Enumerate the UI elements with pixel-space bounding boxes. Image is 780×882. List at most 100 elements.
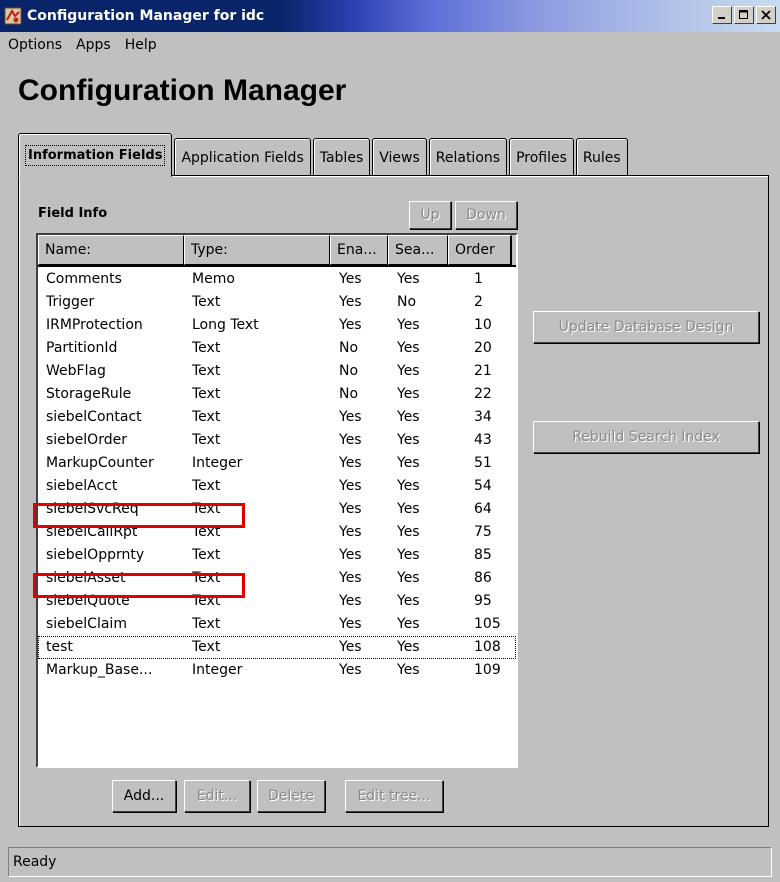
table-row[interactable]: siebelOpprnty Text Yes Yes 85 [38, 544, 516, 567]
table-row[interactable]: siebelSvcReq Text Yes Yes 64 [38, 498, 516, 521]
down-button[interactable]: Down [455, 201, 517, 229]
cell-order: 86 [474, 570, 492, 586]
tab-views[interactable]: Views [372, 138, 427, 176]
cell-searchable: Yes [397, 547, 420, 563]
table-body: Comments Memo Yes Yes 1 Trigger Text Yes No 2 IRMP… [38, 268, 516, 682]
cell-order: 109 [474, 662, 501, 678]
close-icon[interactable] [756, 6, 776, 24]
cell-enabled: Yes [339, 662, 362, 678]
cell-type: Text [192, 616, 221, 632]
cell-enabled: Yes [339, 616, 362, 632]
tab-strip: Information Fields Application Fields Ta… [18, 132, 630, 177]
cell-name: siebelAcct [46, 478, 118, 494]
cell-name: Comments [46, 271, 122, 287]
table-row[interactable]: siebelClaim Text Yes Yes 105 [38, 613, 516, 636]
cell-type: Text [192, 409, 221, 425]
menu-options[interactable]: Options [6, 37, 64, 53]
app-icon [4, 7, 22, 25]
table-row[interactable]: Trigger Text Yes No 2 [38, 291, 516, 314]
table-row[interactable]: PartitionId Text No Yes 20 [38, 337, 516, 360]
cell-order: 43 [474, 432, 492, 448]
table-row[interactable]: MarkupCounter Integer Yes Yes 51 [38, 452, 516, 475]
table-row[interactable]: Comments Memo Yes Yes 1 [38, 268, 516, 291]
table-row[interactable]: siebelOrder Text Yes Yes 43 [38, 429, 516, 452]
title-bar[interactable]: Configuration Manager for idc [0, 0, 780, 32]
cell-enabled: Yes [339, 547, 362, 563]
cell-enabled: No [339, 363, 359, 379]
delete-button[interactable]: Delete [257, 780, 325, 812]
cell-type: Text [192, 386, 221, 402]
up-button[interactable]: Up [409, 201, 451, 229]
column-header-order[interactable]: Order [448, 235, 512, 265]
cell-name: siebelSvcReq [46, 501, 139, 517]
tab-profiles[interactable]: Profiles [509, 138, 574, 176]
cell-order: 21 [474, 363, 492, 379]
maximize-icon[interactable] [734, 6, 754, 24]
cell-name: siebelOrder [46, 432, 127, 448]
cell-type: Text [192, 570, 221, 586]
edit-button[interactable]: Edit... [184, 780, 250, 812]
table-row[interactable]: Markup_Base... Integer Yes Yes 109 [38, 659, 516, 682]
cell-searchable: Yes [397, 340, 420, 356]
cell-searchable: Yes [397, 524, 420, 540]
cell-enabled: No [339, 386, 359, 402]
cell-enabled: No [339, 340, 359, 356]
status-text: Ready [13, 854, 57, 870]
menu-help[interactable]: Help [123, 37, 159, 53]
table-row[interactable]: WebFlag Text No Yes 21 [38, 360, 516, 383]
cell-type: Text [192, 501, 221, 517]
cell-enabled: Yes [339, 501, 362, 517]
cell-type: Text [192, 593, 221, 609]
cell-type: Text [192, 294, 221, 310]
cell-name: WebFlag [46, 363, 106, 379]
tab-tables[interactable]: Tables [312, 138, 371, 176]
cell-type: Long Text [192, 317, 259, 333]
cell-searchable: Yes [397, 616, 420, 632]
fields-table[interactable]: Name: Type: Ena... Sea... Order Comments… [36, 233, 518, 768]
table-row[interactable]: siebelContact Text Yes Yes 34 [38, 406, 516, 429]
column-header-enabled[interactable]: Ena... [330, 235, 388, 265]
cell-name: siebelClaim [46, 616, 127, 632]
table-row[interactable]: test Text Yes Yes 108 [38, 636, 516, 659]
cell-searchable: Yes [397, 386, 420, 402]
minimize-icon[interactable] [712, 6, 732, 24]
menu-apps[interactable]: Apps [74, 37, 113, 53]
cell-name: siebelOpprnty [46, 547, 145, 563]
cell-searchable: Yes [397, 455, 420, 471]
edit-tree-button[interactable]: Edit tree... [345, 780, 443, 812]
cell-enabled: Yes [339, 639, 362, 655]
cell-name: MarkupCounter [46, 455, 154, 471]
cell-enabled: Yes [339, 570, 362, 586]
cell-name: IRMProtection [46, 317, 143, 333]
tab-rules[interactable]: Rules [575, 138, 628, 176]
tab-relations[interactable]: Relations [428, 138, 508, 176]
cell-type: Text [192, 340, 221, 356]
cell-enabled: Yes [339, 271, 362, 287]
update-database-design-button[interactable]: Update Database Design [533, 311, 759, 343]
rebuild-search-index-button[interactable]: Rebuild Search Index [533, 421, 759, 453]
table-row[interactable]: siebelAcct Text Yes Yes 54 [38, 475, 516, 498]
cell-order: 2 [474, 294, 483, 310]
cell-name: Markup_Base... [46, 662, 153, 678]
table-row[interactable]: IRMProtection Long Text Yes Yes 10 [38, 314, 516, 337]
tab-application-fields[interactable]: Application Fields [174, 138, 311, 176]
column-header-type[interactable]: Type: [184, 235, 330, 265]
cell-name: siebelCallRpt [46, 524, 138, 540]
cell-searchable: Yes [397, 432, 420, 448]
page-title: Configuration Manager [18, 74, 347, 107]
cell-searchable: Yes [397, 271, 420, 287]
tab-information-fields[interactable]: Information Fields [18, 133, 173, 177]
cell-searchable: Yes [397, 317, 420, 333]
table-row[interactable]: siebelAsset Text Yes Yes 86 [38, 567, 516, 590]
add-button[interactable]: Add... [112, 780, 176, 812]
cell-type: Memo [192, 271, 235, 287]
cell-order: 51 [474, 455, 492, 471]
table-row[interactable]: siebelQuote Text Yes Yes 95 [38, 590, 516, 613]
column-header-name[interactable]: Name: [38, 235, 184, 265]
column-header-searchable[interactable]: Sea... [388, 235, 448, 265]
table-row[interactable]: StorageRule Text No Yes 22 [38, 383, 516, 406]
cell-type: Integer [192, 662, 243, 678]
table-row[interactable]: siebelCallRpt Text Yes Yes 75 [38, 521, 516, 544]
window-title: Configuration Manager for idc [27, 8, 265, 24]
cell-order: 22 [474, 386, 492, 402]
